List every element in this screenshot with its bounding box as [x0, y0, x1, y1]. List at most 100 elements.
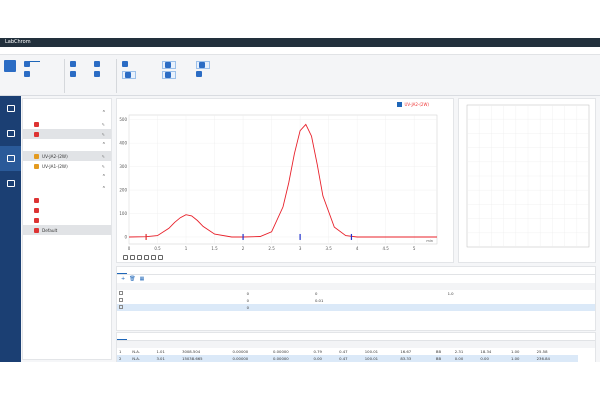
checkbox-icon[interactable] [397, 102, 403, 107]
list-item[interactable]: UV-JA1-(2W) ✎ [23, 161, 111, 171]
chevron-up-icon: ⌃ [101, 186, 106, 192]
table-cell: 0.00000 [232, 349, 249, 354]
column-header[interactable] [180, 341, 231, 348]
column-header[interactable] [117, 283, 203, 290]
row-checkbox[interactable] [119, 291, 123, 295]
edit-icon[interactable]: ✎ [102, 154, 105, 159]
chromatogram-button[interactable] [162, 61, 176, 69]
results-button[interactable] [70, 71, 78, 77]
column-header[interactable] [130, 341, 155, 348]
copy-button[interactable] [70, 61, 78, 67]
table-row[interactable]: 0 0 1.0 [117, 290, 595, 297]
table-cell: 100.01 [362, 355, 399, 362]
table-cell: 15038.665 [180, 355, 231, 362]
undo-button[interactable] [94, 71, 102, 77]
column-header[interactable] [230, 341, 272, 348]
column-header[interactable] [433, 341, 453, 348]
zoom-out-icon[interactable] [130, 255, 135, 260]
nav-item-0[interactable] [0, 96, 21, 121]
y-tick-label: 200 [119, 188, 127, 193]
settings-icon[interactable] [158, 255, 163, 260]
method-button[interactable] [122, 61, 130, 67]
empty-grid-chart[interactable] [459, 99, 595, 262]
column-header[interactable] [202, 283, 245, 290]
column-header[interactable] [478, 341, 509, 348]
list-item[interactable] [23, 195, 111, 205]
edit-icon[interactable]: ✎ [102, 122, 105, 127]
chromatogram-icon [165, 62, 171, 68]
column-header[interactable] [552, 283, 595, 290]
report-button[interactable] [122, 71, 136, 79]
tab-calibration[interactable] [137, 333, 147, 340]
add-icon[interactable]: + [121, 276, 125, 282]
tab-stats[interactable] [157, 333, 167, 340]
column-header[interactable] [452, 341, 479, 348]
paste-button[interactable] [94, 61, 102, 67]
edit-icon[interactable]: ✎ [102, 132, 105, 137]
section-header[interactable]: ⌃ [23, 171, 111, 183]
column-header[interactable] [586, 341, 595, 348]
edit-icon[interactable]: ✎ [102, 164, 105, 169]
nav-item-2[interactable] [0, 146, 21, 171]
chevron-up-icon: ⌃ [101, 110, 106, 116]
calibration-button[interactable] [162, 71, 176, 79]
list-item[interactable]: ✎ [23, 119, 111, 129]
tab-results[interactable] [117, 333, 127, 340]
column-header[interactable] [362, 341, 399, 348]
chromatogram-chart[interactable]: 0 100 200 300 400 500 0 0.5 1 1.5 2 2.5 3 3.5 4 4.5 5 min [117, 99, 453, 262]
tab-system[interactable] [147, 333, 157, 340]
column-header[interactable] [445, 283, 553, 290]
zoom-fit-icon[interactable] [137, 255, 142, 260]
column-header[interactable] [509, 341, 535, 348]
column-header[interactable] [398, 341, 434, 348]
column-header[interactable] [534, 341, 571, 348]
column-header[interactable] [311, 341, 338, 348]
chevron-up-icon: ⌃ [101, 142, 106, 148]
list-item[interactable] [23, 215, 111, 225]
list-item[interactable]: ✎ [23, 129, 111, 139]
column-header[interactable] [312, 283, 446, 290]
column-header[interactable] [117, 341, 131, 348]
table-cell: 0.00000 [273, 349, 289, 354]
table-cell: 1.0 [447, 291, 454, 296]
table-row[interactable]: 0 0.01 [117, 297, 595, 304]
table-row[interactable]: 0 [117, 304, 595, 311]
section-header[interactable]: ⌃ [23, 139, 111, 151]
section-header[interactable]: ⌃ [23, 183, 111, 195]
section-header[interactable]: ⌃ [23, 107, 111, 119]
list-item[interactable] [23, 205, 111, 215]
table-row[interactable]: 1 N.A. 1.01 3008.504 0.00000 0.00000 0.79 0.47 1… [117, 348, 595, 355]
tab-events[interactable] [117, 267, 127, 274]
reset-layout-button[interactable] [196, 71, 204, 77]
column-header[interactable] [578, 341, 587, 348]
table-row[interactable]: 2 N.A. 3.01 15038.665 0.00000 0.00000 0.00 0.47… [117, 355, 595, 362]
save-as-button[interactable] [24, 61, 32, 67]
cursor-icon[interactable] [151, 255, 156, 260]
chart-legend[interactable]: UV-JA2-(2W) [397, 102, 429, 107]
pan-icon[interactable] [144, 255, 149, 260]
zoom-in-icon[interactable] [123, 255, 128, 260]
layout-button[interactable] [196, 61, 210, 69]
table-cell: 0 [244, 304, 313, 311]
nav-item-3[interactable] [0, 171, 21, 196]
column-header[interactable] [154, 341, 181, 348]
list-item[interactable]: Default [23, 225, 111, 235]
save-button[interactable] [4, 60, 16, 74]
column-header[interactable] [244, 283, 313, 290]
grid-icon[interactable]: ▦ [140, 276, 145, 282]
table-cell: 0.47 [339, 349, 348, 354]
delete-icon[interactable]: 🗑 [129, 276, 135, 282]
nav-item-1[interactable] [0, 121, 21, 146]
list-item[interactable]: UV-JA2-(2W) ✎ [23, 151, 111, 161]
save-all-button[interactable] [24, 71, 32, 77]
tab-summary[interactable] [127, 333, 137, 340]
row-checkbox[interactable] [119, 305, 123, 309]
column-header[interactable] [570, 341, 579, 348]
column-header[interactable] [271, 341, 312, 348]
method-file-icon [34, 207, 39, 213]
table-cell: 0 [246, 291, 250, 296]
tab-groups[interactable] [127, 267, 137, 274]
row-checkbox[interactable] [119, 298, 123, 302]
column-header[interactable] [337, 341, 363, 348]
tab-table[interactable] [137, 267, 147, 274]
